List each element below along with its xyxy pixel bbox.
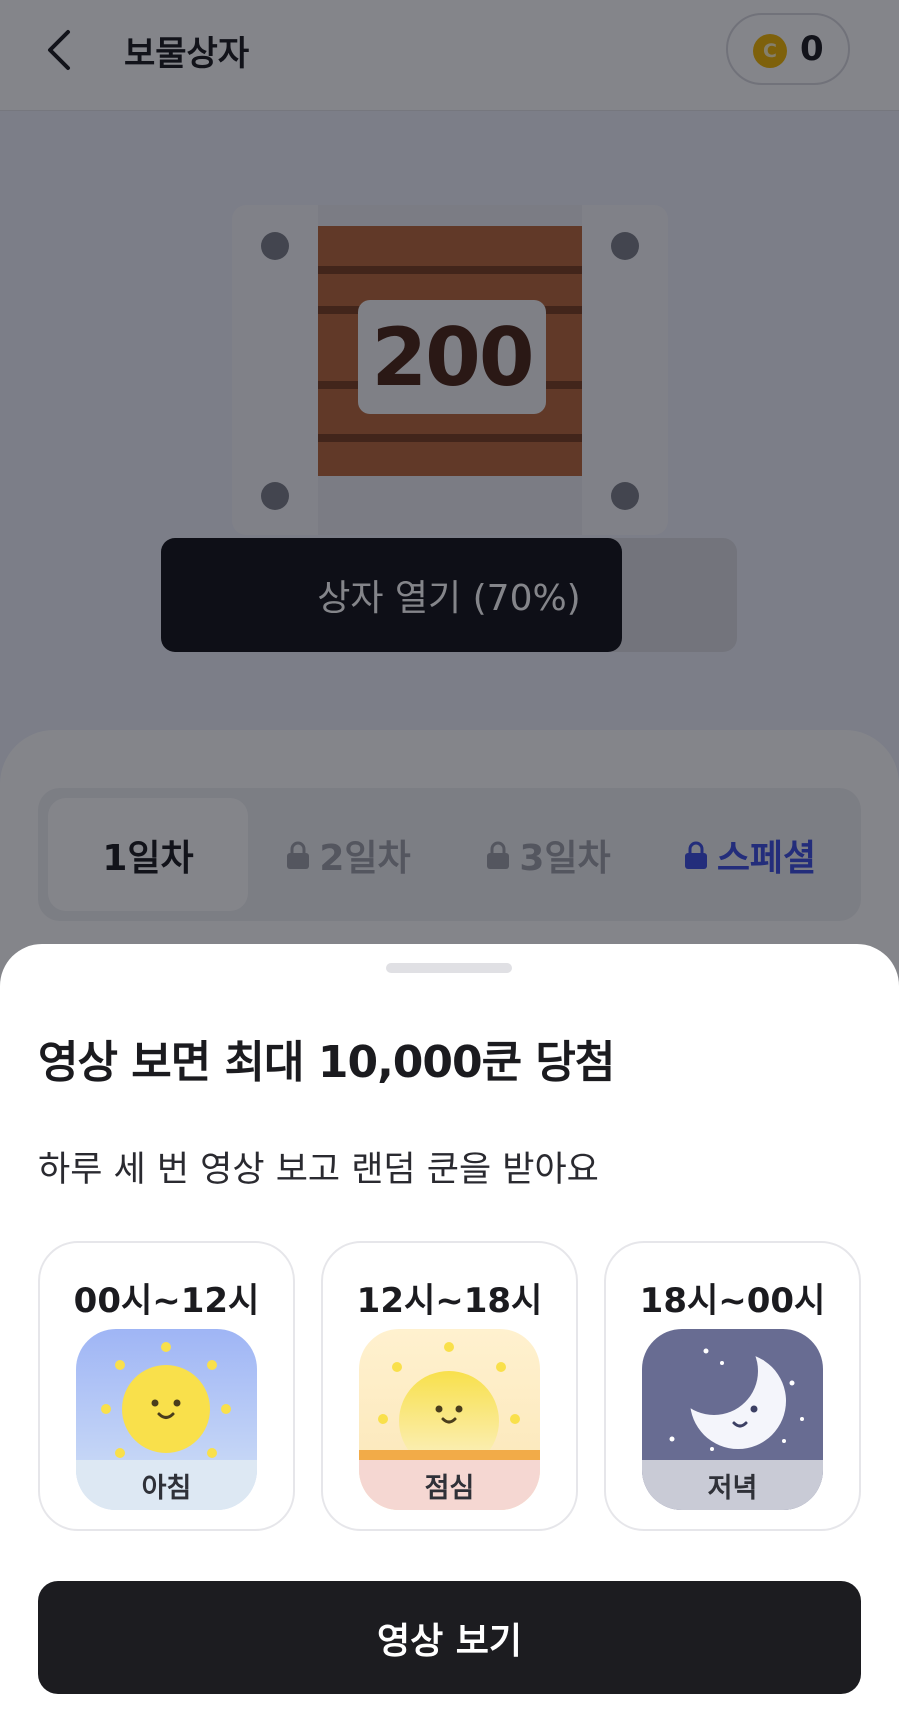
sheet-subtitle: 하루 세 번 영상 보고 랜덤 쿤을 받아요 xyxy=(38,1150,599,1190)
slot-time: 18시~00시 xyxy=(639,1281,826,1321)
slot-label: 아침 xyxy=(141,1472,192,1504)
time-slot-night: 18시~00시 저녁 xyxy=(604,1241,861,1531)
morning-sun-icon: 아침 xyxy=(76,1329,257,1510)
afternoon-sunset-icon: 점심 xyxy=(359,1329,540,1510)
time-slot-morning: 00시~12시 아침 xyxy=(38,1241,295,1531)
slot-time: 12시~18시 xyxy=(356,1281,543,1321)
sheet-title: 영상 보면 최대 10,000쿤 당첨 xyxy=(38,1037,615,1088)
slot-label: 저녁 xyxy=(707,1472,758,1504)
video-reward-sheet: 영상 보면 최대 10,000쿤 당첨 하루 세 번 영상 보고 랜덤 쿤을 받… xyxy=(0,944,899,1709)
slot-time: 00시~12시 xyxy=(73,1281,260,1321)
slot-label: 점심 xyxy=(424,1472,475,1504)
sheet-drag-handle[interactable] xyxy=(386,963,512,973)
watch-video-button[interactable]: 영상 보기 xyxy=(38,1581,861,1694)
night-moon-icon: 저녁 xyxy=(642,1329,823,1510)
time-slot-afternoon: 12시~18시 점심 xyxy=(321,1241,578,1531)
